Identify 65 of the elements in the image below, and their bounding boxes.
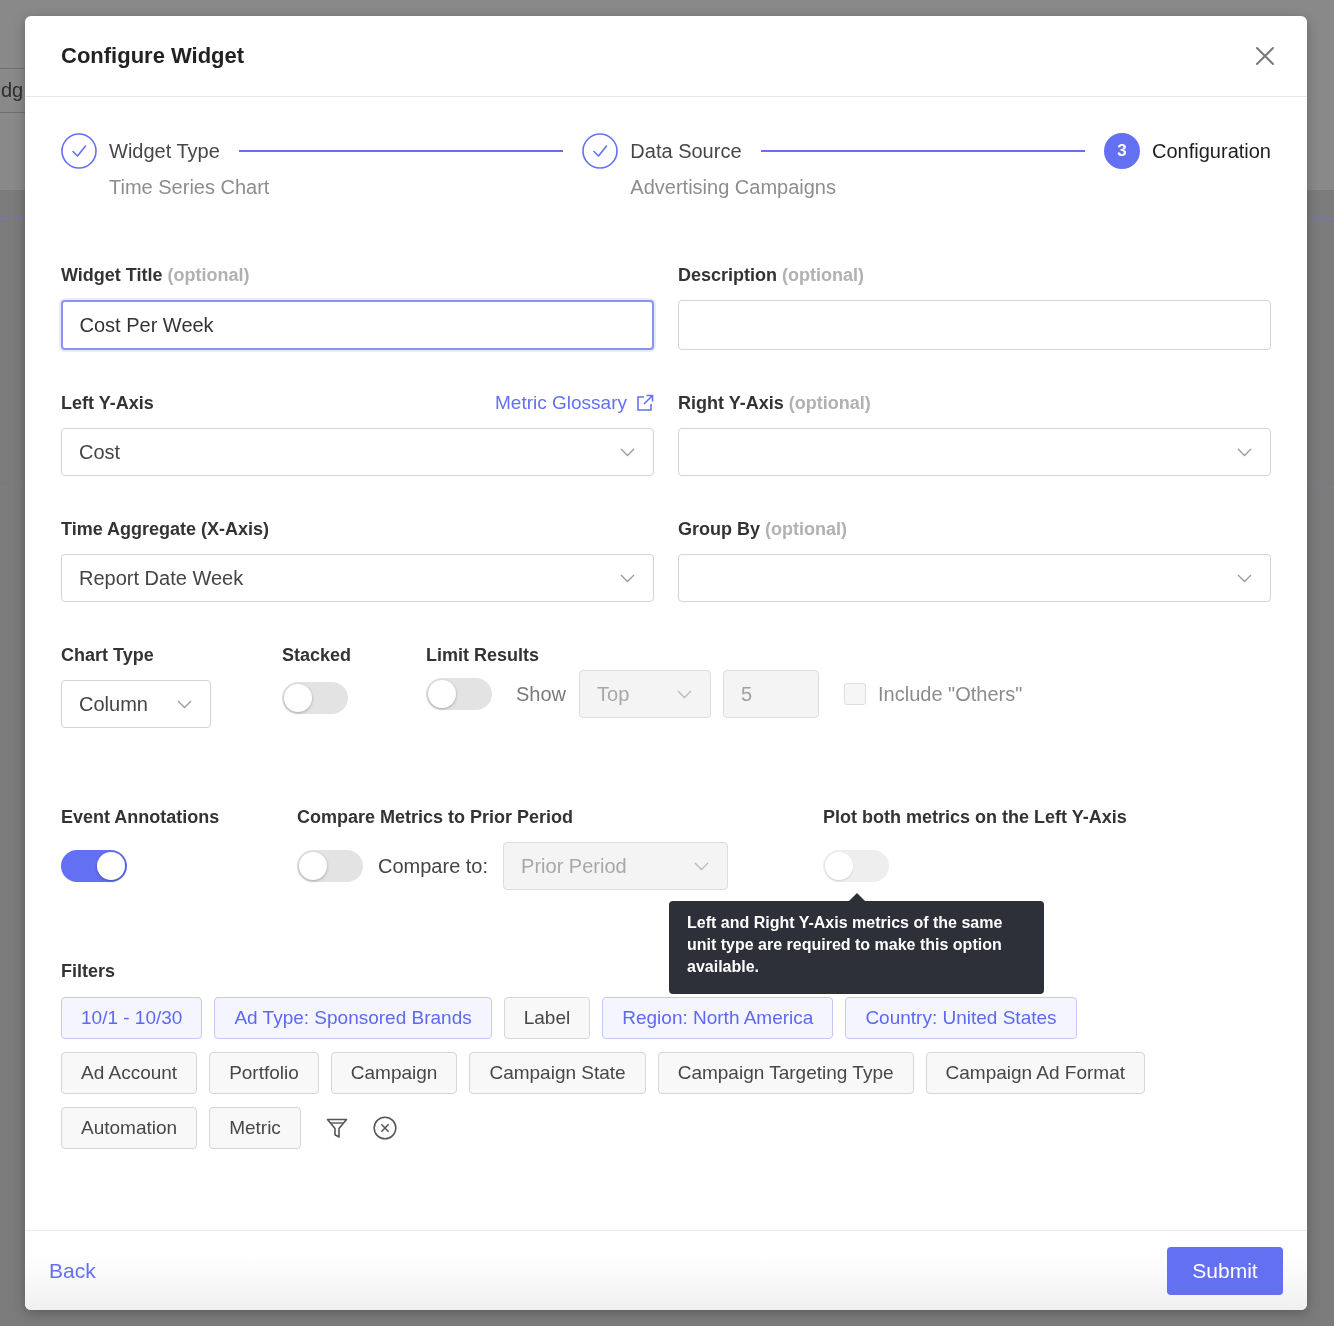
- dropdown[interactable]: Column: [61, 680, 211, 728]
- dropdown[interactable]: Report Date Week: [61, 554, 654, 602]
- dropdown[interactable]: [678, 428, 1271, 476]
- glossary-link[interactable]: Metric Glossary: [495, 392, 654, 414]
- field-label: Left Y-Axis: [61, 392, 154, 413]
- toggle-switch[interactable]: [282, 682, 348, 714]
- chevron-down-icon: [1237, 447, 1252, 457]
- optional-hint: (optional): [765, 518, 847, 539]
- back-link[interactable]: Back: [49, 1258, 96, 1283]
- filter-chip[interactable]: Campaign Targeting Type: [657, 1052, 914, 1094]
- submit-button[interactable]: Submit: [1167, 1246, 1283, 1295]
- filter-chip[interactable]: Country: United States: [845, 997, 1077, 1039]
- dropdown[interactable]: Cost: [61, 428, 654, 476]
- tooltip: Left and Right Y-Axis metrics of the same unit type are required to make this option available.: [669, 893, 1044, 994]
- field-label: Limit Results: [426, 644, 541, 666]
- optional-hint: (optional): [167, 264, 250, 285]
- step-number: 3: [1104, 133, 1141, 169]
- filter-chip[interactable]: Label: [503, 997, 591, 1039]
- filter-chip[interactable]: Automation: [61, 1107, 198, 1149]
- field-label: Widget Title: [61, 264, 163, 285]
- dropdown[interactable]: [678, 554, 1271, 602]
- step-label: Configuration: [1152, 139, 1271, 163]
- checkbox-label: Include "Others": [878, 682, 1023, 706]
- backdrop-text: dg: [0, 79, 24, 102]
- field-label: Event Annotations: [61, 806, 221, 828]
- compare-label: Compare to:: [378, 854, 489, 878]
- filter-chip[interactable]: 10/1 - 10/30: [61, 997, 203, 1039]
- dialog-title: Configure Widget: [61, 43, 245, 69]
- step-label: Data Source: [630, 139, 742, 163]
- field-label: Right Y-Axis: [678, 392, 784, 413]
- filter-chip[interactable]: Campaign Ad Format: [925, 1052, 1146, 1094]
- chevron-down-icon: [677, 689, 693, 699]
- show-label: Show: [516, 682, 567, 706]
- field-label: Time Aggregate (X-Axis): [61, 518, 270, 539]
- external-link-icon: [636, 394, 654, 412]
- chevron-down-icon: [694, 861, 710, 871]
- filter-chip[interactable]: Campaign: [330, 1052, 458, 1094]
- field-label: Stacked: [282, 644, 353, 666]
- filter-chip[interactable]: Ad Type: Sponsored Brands: [214, 997, 492, 1039]
- chevron-down-icon: [620, 447, 635, 457]
- close-icon[interactable]: [1255, 46, 1275, 66]
- field-label: Description: [678, 264, 778, 285]
- toggle-switch[interactable]: [61, 850, 127, 882]
- filter-icon[interactable]: [325, 1117, 348, 1139]
- filter-chip[interactable]: Portfolio: [209, 1052, 319, 1094]
- filters-label: Filters: [61, 961, 116, 981]
- step-label: Widget Type: [109, 139, 220, 163]
- optional-hint: (optional): [788, 392, 871, 413]
- text-field[interactable]: Cost Per Week: [61, 300, 654, 350]
- chevron-down-icon: [620, 573, 635, 583]
- field-label: Chart Type: [61, 644, 155, 666]
- field-label: Group By: [678, 518, 760, 539]
- step-detail: Advertising Campaigns: [630, 176, 837, 198]
- field-label: Compare Metrics to Prior Period: [297, 806, 575, 828]
- circled-x-icon[interactable]: [372, 1116, 397, 1140]
- filter-chip[interactable]: Campaign State: [469, 1052, 646, 1094]
- filter-chip[interactable]: Metric: [209, 1107, 301, 1149]
- chevron-down-icon: [177, 699, 192, 709]
- field-label: Plot both metrics on the Left Y-Axis: [823, 806, 1128, 828]
- text-field[interactable]: [678, 300, 1271, 350]
- filter-chip[interactable]: Region: North America: [602, 997, 834, 1039]
- step-detail: Time Series Chart: [109, 176, 271, 198]
- filter-chip[interactable]: Ad Account: [61, 1052, 198, 1094]
- optional-hint: (optional): [782, 264, 864, 285]
- chevron-down-icon: [1237, 573, 1252, 583]
